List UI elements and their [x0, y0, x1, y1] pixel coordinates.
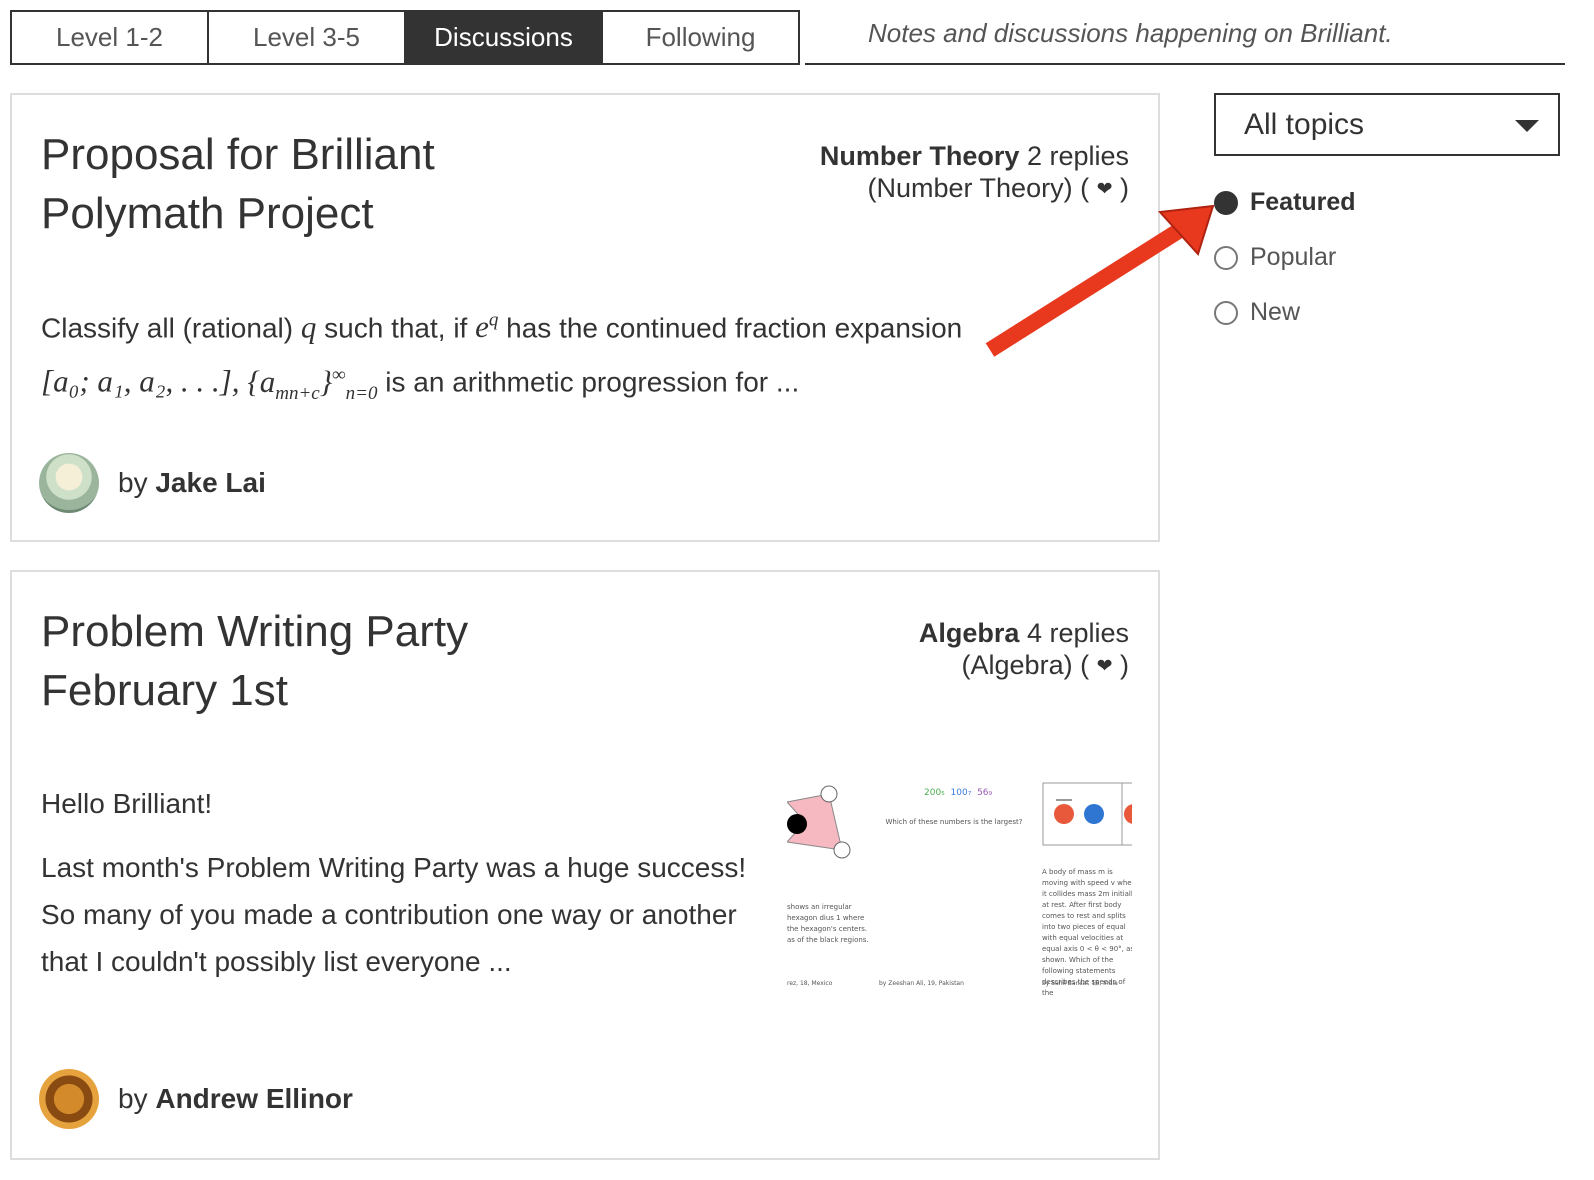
excerpt-text: has the continued fraction expansion: [506, 312, 963, 344]
tab-level-3-5[interactable]: Level 3-5: [207, 10, 406, 65]
sort-label: Featured: [1250, 188, 1356, 216]
number-c: 56₉: [977, 788, 993, 798]
math-continued-fraction: [a₀; a₁, a₂, . . .],: [41, 363, 240, 399]
excerpt-text: such that, if: [324, 312, 468, 344]
discussion-meta: Algebra 4 replies (Algebra) ( ❤ ): [919, 617, 1129, 683]
reply-count[interactable]: 2 replies: [1027, 141, 1129, 171]
author-line: by Andrew Ellinor: [39, 1069, 353, 1129]
number-a: 200₅: [924, 788, 945, 798]
number-b: 100₇: [950, 788, 972, 798]
math-base: e: [475, 309, 489, 345]
sort-popular-radio[interactable]: Popular: [1214, 243, 1336, 272]
math-seq-open: {a: [247, 363, 276, 399]
sort-label: New: [1250, 298, 1301, 326]
math-exponent: q: [488, 310, 499, 331]
reply-count[interactable]: 4 replies: [1027, 618, 1129, 648]
thumbnail-problem-hexagon: shows an irregular hexagon dius 1 where …: [787, 782, 872, 1007]
radio-dot-icon: [1214, 245, 1238, 270]
tab-following[interactable]: Following: [601, 10, 800, 65]
hexagon-figure: [787, 785, 851, 859]
math-seq-sup: ∞: [332, 364, 346, 386]
topic-dropdown[interactable]: All topics: [1214, 93, 1560, 156]
base-numbers: 200₅ 100₇ 56₉: [924, 788, 992, 799]
author-name[interactable]: Andrew Ellinor: [155, 1083, 353, 1114]
thumbnail-problem-collision: A body of mass m is moving with speed v …: [1042, 782, 1132, 1007]
topic-dropdown-value: All topics: [1244, 107, 1365, 141]
discussion-card[interactable]: Problem Writing Party February 1st Algeb…: [10, 570, 1160, 1160]
avatar[interactable]: [39, 1069, 99, 1129]
discussion-excerpt: Classify all (rational) q such that, if …: [41, 297, 1121, 417]
discussion-meta: Number Theory 2 replies (Number Theory) …: [820, 140, 1129, 206]
thumbnail-question: Which of these numbers is the largest?: [885, 818, 1023, 826]
chevron-down-icon: [1515, 120, 1539, 132]
discussion-greeting: Hello Brilliant!: [41, 788, 213, 819]
thumbnail-author: by Sahil Bansal, 16, India: [1042, 980, 1118, 987]
header-divider: [805, 63, 1565, 65]
tab-level-1-2[interactable]: Level 1-2: [10, 10, 209, 65]
excerpt-text: Classify all (rational): [41, 312, 294, 344]
discussion-excerpt: Last month's Problem Writing Party was a…: [41, 852, 747, 977]
excerpt-text: is an arithmetic progression for ...: [385, 366, 800, 398]
sort-label: Popular: [1250, 243, 1337, 271]
math-sequence: {amn+c}∞n=0: [247, 363, 377, 404]
author-name[interactable]: Jake Lai: [155, 467, 266, 498]
thumbnail-author: by Zeeshan Ali, 19, Pakistan: [879, 980, 964, 987]
heart-icon[interactable]: ❤: [1097, 174, 1113, 206]
author-prefix: by: [118, 467, 148, 498]
discussion-thumbnail[interactable]: shows an irregular hexagon dius 1 where …: [787, 782, 1132, 1007]
thumbnail-text: shows an irregular hexagon dius 1 where …: [787, 903, 869, 944]
collision-figure: [1042, 782, 1132, 846]
author-prefix: by: [118, 1083, 148, 1114]
radio-dot-icon: [1214, 300, 1238, 325]
author-line: by Jake Lai: [39, 453, 266, 513]
tab-discussions[interactable]: Discussions: [404, 10, 603, 65]
topic-paren: (Algebra): [961, 650, 1073, 680]
math-seq-subscript: mn+c: [275, 382, 320, 404]
level-tabs: Level 1-2 Level 3-5 Discussions Followin…: [10, 10, 800, 65]
sort-new-radio[interactable]: New: [1214, 298, 1300, 327]
discussion-card[interactable]: Proposal for Brilliant Polymath Project …: [10, 93, 1160, 542]
thumbnail-author: rez, 18, Mexico: [787, 980, 833, 987]
thumbnail-problem-bases: 200₅ 100₇ 56₉ Which of these numbers is …: [879, 782, 1029, 1007]
math-q: q: [300, 309, 317, 345]
heart-icon[interactable]: ❤: [1097, 651, 1113, 683]
discussion-title[interactable]: Problem Writing Party February 1st: [41, 602, 601, 720]
topic-label[interactable]: Algebra: [919, 618, 1020, 648]
topic-label[interactable]: Number Theory: [820, 141, 1020, 171]
sort-featured-radio[interactable]: Featured: [1214, 188, 1356, 217]
math-e-power: eq: [475, 309, 498, 344]
avatar[interactable]: [39, 453, 99, 513]
math-seq-close: }: [319, 363, 333, 399]
radio-dot-icon: [1214, 190, 1238, 215]
discussion-title[interactable]: Proposal for Brilliant Polymath Project: [41, 125, 601, 243]
page-tagline: Notes and discussions happening on Brill…: [868, 18, 1393, 48]
topic-paren: (Number Theory): [867, 173, 1073, 203]
math-seq-sub: n=0: [345, 382, 378, 404]
